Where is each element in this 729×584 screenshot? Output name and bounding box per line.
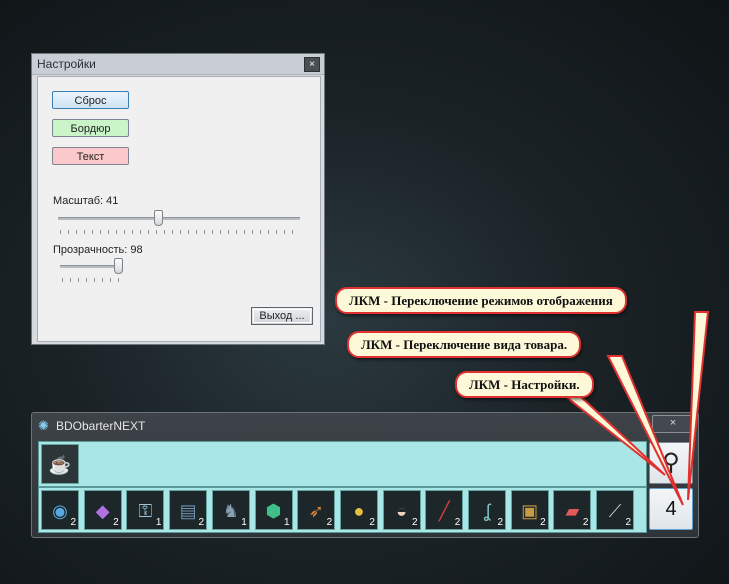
scale-slider-ticks	[60, 230, 300, 234]
item-glyph: ▰	[565, 501, 580, 521]
statue-icon[interactable]: ♞ 1	[211, 490, 250, 530]
barter-window: ✺ BDObarterNEXT × ☕ ◉ 2 ◆ 2 ⚿ 1 ▤ 2 ♞ 1 ⬢ 1 ➶ 2 ● 2 ◒ 2 ╱ 2…	[31, 412, 699, 538]
opacity-slider-thumb[interactable]	[113, 258, 123, 274]
item-glyph: ⚿	[138, 501, 153, 521]
scroll-icon[interactable]: ▰ 2	[553, 490, 592, 530]
item-count: 2	[412, 517, 418, 528]
callout-settings: ЛКМ - Настройки.	[455, 371, 594, 398]
settings-window: Настройки × Сброс Бордюр Текст Масштаб: …	[31, 53, 325, 345]
item-count: 1	[283, 517, 290, 528]
settings-titlebar[interactable]: Настройки ×	[32, 54, 324, 75]
book-icon[interactable]: ▤ 2	[169, 490, 208, 530]
scale-slider-track[interactable]	[58, 217, 300, 220]
item-count: 2	[454, 517, 461, 528]
scale-slider-thumb[interactable]	[153, 210, 163, 226]
settings-client-area: Сброс Бордюр Текст Масштаб: 41 Прозрачно…	[37, 76, 321, 342]
item-count: 1	[241, 517, 247, 528]
settings-title: Настройки	[37, 57, 96, 71]
item-glyph: ⬢	[265, 501, 282, 521]
reset-button[interactable]: Сброс	[52, 91, 129, 109]
item-slots-row: ◉ 2 ◆ 2 ⚿ 1 ▤ 2 ♞ 1 ⬢ 1 ➶ 2 ● 2 ◒ 2 ╱ 2 ʆ 2 ▣ 2 ▰ 2 ⟋ 2	[38, 487, 647, 533]
magnifier-icon: ⚲	[662, 449, 680, 476]
tea-cup-icon[interactable]: ☕	[41, 444, 79, 484]
gem-icon[interactable]: ⬢ 1	[254, 490, 293, 530]
orb-icon[interactable]: ◉ 2	[41, 490, 79, 530]
item-count: 2	[625, 517, 632, 528]
exit-button[interactable]: Выход ...	[251, 307, 313, 325]
item-glyph: ◆	[95, 501, 110, 521]
hook-icon[interactable]: ʆ2	[468, 490, 506, 530]
item-count: 2	[497, 517, 503, 528]
scale-label: Масштаб: 41	[53, 195, 119, 207]
item-count: 1	[155, 517, 162, 528]
border-button[interactable]: Бордюр	[52, 119, 129, 137]
item-glyph: ⟋	[608, 501, 622, 521]
shell-icon[interactable]: ◒ 2	[382, 490, 421, 530]
item-count: 2	[369, 517, 375, 528]
callout-display-modes: ЛКМ - Переключение режимов отображения	[335, 287, 627, 314]
selected-item-area: ☕	[38, 441, 647, 487]
item-glyph: ʆ	[483, 501, 491, 521]
item-glyph: ╱	[438, 501, 450, 521]
callout-item-view: ЛКМ - Переключение вида товара.	[347, 331, 582, 358]
opacity-label: Прозрачность: 98	[53, 244, 143, 256]
barter-title: BDObarterNEXT	[56, 419, 146, 433]
item-count: 2	[540, 517, 546, 528]
item-glyph: ♞	[222, 501, 239, 521]
settings-button[interactable]: ⚲	[649, 442, 693, 484]
crystal-icon[interactable]: ◆ 2	[83, 490, 122, 530]
mode-toggle-button[interactable]: 4	[649, 488, 693, 530]
item-count: 2	[198, 517, 205, 528]
chest-icon[interactable]: ▣ 2	[510, 490, 549, 530]
knife-icon[interactable]: ╱ 2	[425, 490, 464, 530]
barter-close-button[interactable]: ×	[652, 415, 694, 433]
item-glyph: ▤	[179, 501, 197, 521]
key-icon[interactable]: ⚿ 1	[126, 490, 165, 530]
item-glyph: ●	[353, 501, 365, 521]
jellyfish-app-icon: ✺	[38, 418, 49, 433]
item-count: 2	[113, 517, 119, 528]
item-glyph: ◉	[52, 501, 68, 521]
gold-pile-icon[interactable]: ● 2	[339, 490, 378, 530]
dagger-icon[interactable]: ⟋ 2	[596, 490, 635, 530]
item-count: 2	[70, 517, 76, 528]
settings-close-button[interactable]: ×	[304, 57, 320, 72]
item-glyph: ➶	[308, 501, 324, 521]
feather-icon[interactable]: ➶ 2	[297, 490, 336, 530]
opacity-slider-ticks	[62, 278, 124, 282]
item-count: 2	[326, 517, 333, 528]
item-glyph: ▣	[521, 501, 539, 521]
item-glyph: ◒	[396, 501, 408, 521]
text-button[interactable]: Текст	[52, 147, 129, 165]
opacity-slider-track[interactable]	[60, 265, 122, 268]
item-count: 2	[582, 517, 589, 528]
